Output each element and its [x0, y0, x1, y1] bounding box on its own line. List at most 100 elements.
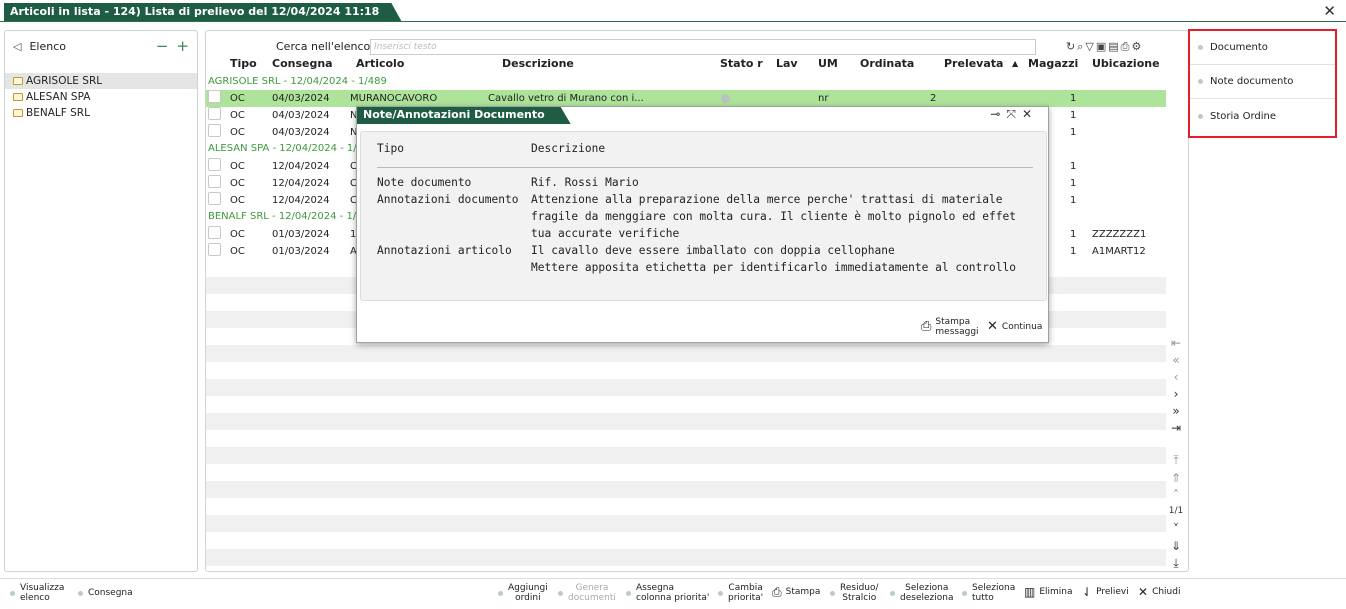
column-header[interactable]: Tipo	[230, 57, 257, 70]
notes-list: Tipo Descrizione Note documento Rif. Ros…	[360, 131, 1047, 301]
bullet-icon	[558, 590, 563, 596]
scroll-down-icon[interactable]: ˅	[1166, 522, 1186, 536]
column-header[interactable]: Magazzi	[1028, 57, 1078, 70]
button-label: priorita'	[728, 593, 764, 603]
column-header[interactable]: Ubicazione	[1092, 57, 1160, 70]
scroll-bottom-icon[interactable]: ⤓	[1166, 556, 1186, 571]
scroll-top-icon[interactable]: ⤒	[1166, 453, 1186, 468]
print-button[interactable]: ⎙ Stampa	[772, 586, 820, 598]
cell-magazzino: 1	[1070, 229, 1077, 240]
double-right-icon[interactable]: »	[1166, 404, 1186, 418]
column-header[interactable]: Stato r	[720, 57, 763, 70]
refresh-icon[interactable]: ↻	[1066, 40, 1077, 53]
group-header[interactable]: AGRISOLE SRL - 12/04/2024 - 1/489	[208, 74, 387, 90]
bullet-icon	[1198, 79, 1203, 84]
scroll-page-up-icon[interactable]: ⇑	[1166, 471, 1186, 485]
assign-priority-column-button[interactable]: Assegna colonna priorita'	[626, 583, 709, 603]
resize-icon[interactable]: ⤧	[1006, 107, 1022, 121]
table-row[interactable]: OC 04/03/2024 MURANOCAVORO Cavallo vetro…	[206, 90, 1166, 107]
select-deselect-button[interactable]: Seleziona deseleziona	[890, 583, 953, 603]
search-input[interactable]: Inserisci testo	[370, 39, 1036, 55]
minus-icon[interactable]: −	[156, 37, 169, 55]
column-header[interactable]: UM	[818, 57, 838, 70]
row-checkbox[interactable]	[208, 107, 221, 120]
note-text: Rif. Rossi Mario	[531, 176, 639, 189]
group-header[interactable]: ALESAN SPA - 12/04/2024 - 1/4	[208, 141, 363, 157]
row-checkbox[interactable]	[208, 226, 221, 239]
row-checkbox[interactable]	[208, 175, 221, 188]
filter-icon[interactable]: ▽	[1085, 40, 1095, 53]
button-label: Stampa	[935, 317, 971, 327]
first-page-icon[interactable]: ⇤	[1166, 336, 1186, 350]
cell-tipo: OC	[230, 178, 245, 189]
close-button[interactable]: ✕ Chiudi	[1138, 586, 1180, 598]
column-header[interactable]: Consegna	[272, 57, 333, 70]
table-header: Tipo Consegna Articolo Descrizione Stato…	[206, 57, 1166, 73]
select-all-button[interactable]: Seleziona tutto	[962, 583, 1015, 603]
button-label: elenco	[20, 593, 50, 603]
change-priority-button[interactable]: Cambia priorita'	[718, 583, 763, 603]
cell-consegna: 01/03/2024	[272, 229, 330, 240]
right-icon[interactable]: ›	[1166, 387, 1186, 401]
button-label: colonna priorita'	[636, 593, 710, 603]
empty-row	[206, 413, 1166, 430]
column-header[interactable]: Descrizione	[502, 57, 574, 70]
cell-prelevata: 2	[930, 93, 937, 104]
column-header[interactable]: Articolo	[356, 57, 404, 70]
pin-icon[interactable]: ⊸	[990, 107, 1006, 121]
column-header[interactable]: Lav	[776, 57, 798, 70]
note-type: Annotazioni documento	[377, 193, 519, 206]
folder-icon	[13, 109, 23, 117]
list-item-customer[interactable]: AGRISOLE SRL	[5, 73, 197, 89]
cell-tipo: OC	[230, 127, 245, 138]
delivery-button[interactable]: Consegna	[78, 588, 133, 598]
last-page-icon[interactable]: ⇥	[1166, 421, 1186, 435]
cell-consegna: 04/03/2024	[272, 110, 330, 121]
sidebar-item-storia-ordine[interactable]: Storia Ordine	[1190, 99, 1335, 133]
export-icon[interactable]: ▤	[1108, 40, 1120, 53]
dialog-controls: ⊸⤧✕	[990, 107, 1038, 122]
sidebar-item-documento[interactable]: Documento	[1190, 31, 1335, 65]
row-checkbox[interactable]	[208, 243, 221, 256]
row-checkbox[interactable]	[208, 192, 221, 205]
sidebar-item-note-documento[interactable]: Note documento	[1190, 65, 1335, 99]
sort-asc-icon[interactable]: ▲	[1012, 59, 1018, 68]
save-icon[interactable]: ▣	[1096, 40, 1108, 53]
row-checkbox[interactable]	[208, 158, 221, 171]
scroll-page-down-icon[interactable]: ⇓	[1166, 539, 1186, 553]
divider	[377, 167, 1033, 168]
cell-magazzino: 1	[1070, 195, 1077, 206]
left-icon[interactable]: ‹	[1166, 370, 1186, 384]
cell-magazzino: 1	[1070, 178, 1077, 189]
column-header[interactable]: Prelevata	[944, 57, 1003, 70]
empty-row	[206, 345, 1166, 362]
scroll-up-icon[interactable]: ˄	[1166, 488, 1186, 502]
row-checkbox[interactable]	[208, 90, 221, 103]
print-messages-button[interactable]: ⎙ Stampa messaggi	[921, 313, 979, 341]
group-header[interactable]: BENALF SRL - 12/04/2024 - 1/4	[208, 209, 363, 225]
withdrawals-button[interactable]: ⇃ Prelievi	[1082, 586, 1129, 598]
double-left-icon[interactable]: «	[1166, 353, 1186, 367]
close-icon[interactable]: ✕	[1022, 107, 1038, 121]
button-label: Residuo/	[840, 583, 879, 593]
add-orders-button[interactable]: Aggiungi ordini	[498, 583, 548, 603]
left-panel: ◁ Elenco − + AGRISOLE SRL ALESAN SPA BEN…	[4, 30, 198, 572]
delete-button[interactable]: ▥ Elimina	[1024, 586, 1073, 598]
residue-button[interactable]: Residuo/Stralcio	[830, 583, 879, 603]
empty-row	[206, 549, 1166, 566]
settings-icon[interactable]: ⚙	[1131, 40, 1143, 53]
row-checkbox[interactable]	[208, 124, 221, 137]
plus-icon[interactable]: +	[176, 37, 189, 55]
print-icon[interactable]: ⎙	[1121, 40, 1132, 53]
continue-button[interactable]: ✕ Continua	[987, 313, 1042, 341]
generate-documents-button[interactable]: Genera documenti	[558, 583, 616, 603]
column-header[interactable]: Ordinata	[860, 57, 914, 70]
button-label: Cambia	[728, 583, 763, 593]
list-item-customer[interactable]: BENALF SRL	[5, 105, 197, 121]
cell-ubicazione: ZZZZZZZ1	[1092, 229, 1147, 240]
collapse-arrow-icon[interactable]: ◁	[13, 40, 21, 53]
view-list-button[interactable]: Visualizza elenco	[10, 583, 64, 603]
close-window-icon[interactable]: ✕	[1323, 2, 1336, 20]
right-action-sidebar: Documento Note documento Storia Ordine	[1188, 29, 1337, 138]
list-item-customer[interactable]: ALESAN SPA	[5, 89, 197, 105]
